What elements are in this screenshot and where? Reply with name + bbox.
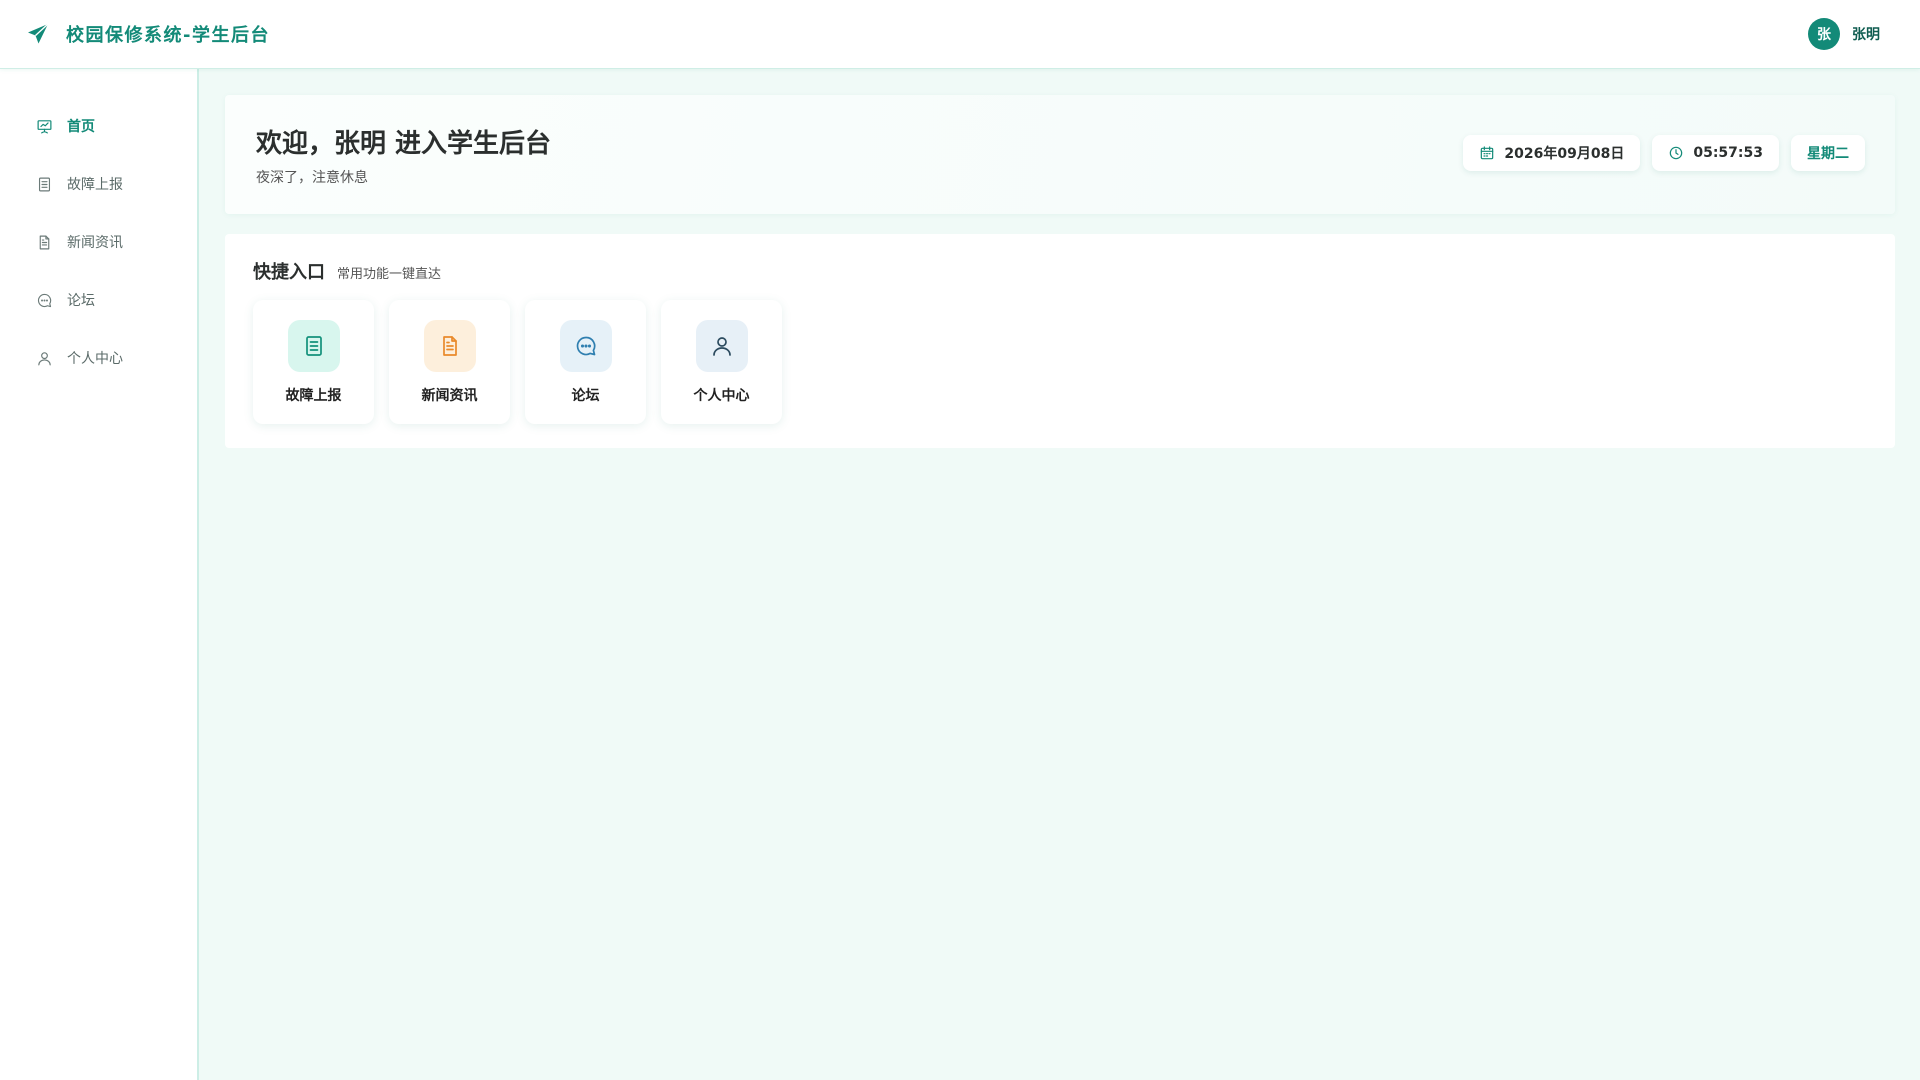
sidebar-item-label: 首页	[67, 119, 95, 135]
document-list-icon	[287, 320, 340, 372]
document-list-icon	[36, 176, 53, 193]
document-text-icon	[36, 234, 53, 251]
user-icon	[695, 320, 748, 372]
sidebar-item-forum[interactable]: 论坛	[0, 271, 197, 329]
quick-card-label: 论坛	[571, 388, 600, 404]
user-icon	[36, 350, 53, 367]
sidebar-item-label: 个人中心	[67, 351, 123, 367]
quick-card-news[interactable]: 新闻资讯	[389, 300, 510, 424]
calendar-icon	[1479, 145, 1495, 161]
page-title: 欢迎，张明 进入学生后台	[256, 129, 552, 159]
quick-entry-cards: 故障上报 新闻资讯 论坛 个人中心	[253, 300, 782, 424]
sidebar-item-profile[interactable]: 个人中心	[0, 329, 197, 387]
user-menu[interactable]: 张 张明	[1808, 18, 1880, 50]
avatar[interactable]: 张	[1808, 18, 1840, 50]
quick-entry-header: 快捷入口 常用功能一键直达	[253, 258, 441, 284]
weekday-badge: 星期二	[1791, 135, 1865, 171]
welcome-panel: 欢迎，张明 进入学生后台 夜深了，注意休息 2026年09月08日 05:57:…	[225, 95, 1895, 214]
quick-card-label: 故障上报	[285, 388, 342, 404]
section-title: 快捷入口	[253, 262, 325, 283]
quick-card-fault-report[interactable]: 故障上报	[253, 300, 374, 424]
chat-bubble-icon	[559, 320, 612, 372]
user-name[interactable]: 张明	[1852, 24, 1880, 44]
chat-bubble-icon	[36, 292, 53, 309]
datetime-chips: 2026年09月08日 05:57:53 星期二	[1463, 135, 1865, 171]
brand[interactable]: 校园保修系统-学生后台	[26, 21, 270, 47]
clock-icon	[1668, 145, 1684, 161]
sidebar-item-label: 论坛	[67, 293, 95, 309]
time-text: 05:57:53	[1693, 145, 1763, 161]
sidebar-item-label: 新闻资讯	[67, 235, 123, 251]
quick-card-forum[interactable]: 论坛	[525, 300, 646, 424]
quick-card-label: 新闻资讯	[421, 388, 478, 404]
sidebar-item-fault-report[interactable]: 故障上报	[0, 155, 197, 213]
sidebar-item-news[interactable]: 新闻资讯	[0, 213, 197, 271]
app-title: 校园保修系统-学生后台	[66, 25, 270, 46]
sidebar-item-label: 故障上报	[67, 177, 123, 193]
date-badge: 2026年09月08日	[1463, 135, 1641, 171]
sidebar: 首页 故障上报 新闻资讯 论坛 个人中心	[0, 69, 199, 1080]
quick-card-label: 个人中心	[693, 388, 750, 404]
date-text: 2026年09月08日	[1504, 146, 1625, 162]
quick-entry-panel: 快捷入口 常用功能一键直达 故障上报 新闻资讯 论坛 个人中心	[225, 234, 1895, 448]
presentation-chart-icon	[36, 118, 53, 135]
greeting-message: 夜深了，注意休息	[256, 170, 368, 186]
quick-card-profile[interactable]: 个人中心	[661, 300, 782, 424]
weekday-text: 星期二	[1807, 146, 1849, 162]
top-header: 校园保修系统-学生后台 张 张明	[0, 0, 1920, 69]
time-badge: 05:57:53	[1652, 135, 1779, 171]
section-subtitle: 常用功能一键直达	[337, 267, 442, 282]
paper-plane-icon	[26, 22, 50, 46]
sidebar-item-home[interactable]: 首页	[0, 97, 197, 155]
document-text-icon	[423, 320, 476, 372]
